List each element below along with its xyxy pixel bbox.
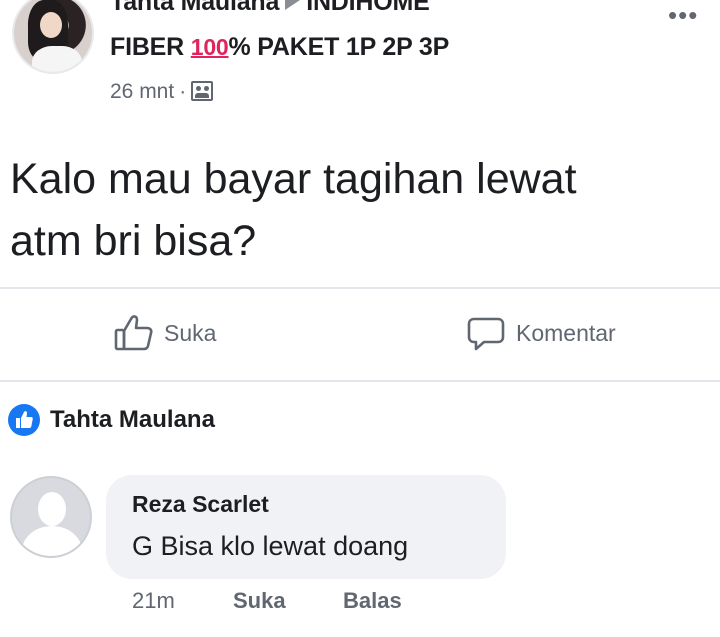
arrow-right-icon xyxy=(285,0,301,10)
group-name-part: % PAKET 1P 2P 3P xyxy=(228,33,450,61)
meta-separator: · xyxy=(179,80,187,103)
divider xyxy=(0,380,720,382)
like-label: Suka xyxy=(164,319,217,346)
post-header: Tahta Maulana INDIHOME FIBER 100% PAKET 1… xyxy=(0,0,720,115)
comment-button[interactable]: Komentar xyxy=(466,313,616,353)
post-time[interactable]: 26 mnt xyxy=(110,80,174,103)
post-title-line-1: Tahta Maulana INDIHOME xyxy=(110,0,430,17)
poster-avatar[interactable] xyxy=(12,0,94,74)
comment-label: Komentar xyxy=(516,319,616,346)
comment-bubble[interactable]: Reza Scarlet G Bisa klo lewat doang xyxy=(106,475,506,579)
post-body: Kalo mau bayar tagihan lewat atm bri bis… xyxy=(10,148,710,272)
poster-name[interactable]: Tahta Maulana xyxy=(110,0,279,16)
post-text-line: Kalo mau bayar tagihan lewat xyxy=(10,155,577,203)
reply-context-name: Tahta Maulana xyxy=(50,406,215,433)
group-name[interactable]: INDIHOME xyxy=(306,0,430,16)
more-options-icon[interactable]: ••• xyxy=(668,2,698,28)
post-title-line-2[interactable]: FIBER 100% PAKET 1P 2P 3P xyxy=(110,33,449,62)
group-name-part: FIBER xyxy=(110,33,191,61)
like-button[interactable]: Suka xyxy=(114,313,216,353)
comment-bubble-icon xyxy=(467,317,505,351)
post-meta: 26 mnt · xyxy=(110,80,214,104)
post-text-line: atm bri bisa? xyxy=(10,217,257,265)
comment-time[interactable]: 21m xyxy=(132,588,175,614)
comment-like-button[interactable]: Suka xyxy=(233,588,286,614)
comment-author[interactable]: Reza Scarlet xyxy=(132,491,269,518)
reply-context[interactable]: Tahta Maulana xyxy=(8,404,215,436)
comment-reply-button[interactable]: Balas xyxy=(343,588,402,614)
divider xyxy=(0,287,720,289)
like-thumb-badge-icon xyxy=(8,404,40,436)
group-audience-icon xyxy=(191,81,214,101)
hundred-points-icon: 100 xyxy=(190,34,229,60)
comment-text: G Bisa klo lewat doang xyxy=(132,531,409,561)
thumbs-up-icon xyxy=(114,315,153,351)
commenter-avatar[interactable] xyxy=(10,476,92,558)
